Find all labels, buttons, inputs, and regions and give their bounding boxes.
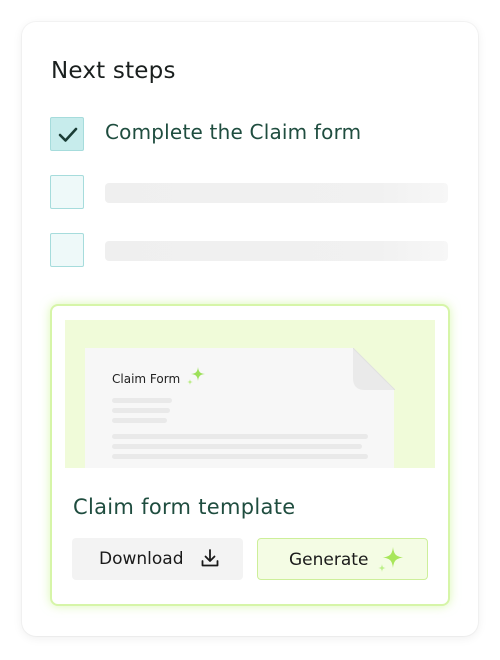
document-title: Claim Form xyxy=(112,372,181,386)
generate-button-label: Generate xyxy=(289,550,369,570)
step-placeholder-3 xyxy=(105,241,448,261)
document-preview: Claim Form xyxy=(85,348,394,468)
template-title: Claim form template xyxy=(73,495,296,519)
doc-line xyxy=(112,398,172,403)
download-icon xyxy=(201,549,219,567)
doc-line xyxy=(112,408,170,413)
template-preview: Claim Form xyxy=(65,320,435,468)
step-checkbox-2[interactable] xyxy=(50,175,84,209)
page-title: Next steps xyxy=(51,58,176,84)
doc-line xyxy=(112,418,167,423)
doc-line xyxy=(112,444,362,449)
check-icon xyxy=(58,127,78,142)
sparkle-icon xyxy=(378,547,404,572)
step-label-1: Complete the Claim form xyxy=(105,120,362,144)
generate-button[interactable]: Generate xyxy=(257,538,428,580)
template-card: Claim Form Claim form template Download xyxy=(50,304,450,606)
doc-line xyxy=(112,454,368,459)
step-placeholder-2 xyxy=(105,183,448,203)
download-button[interactable]: Download xyxy=(72,538,243,580)
step-item-3[interactable] xyxy=(50,233,450,269)
sparkle-icon xyxy=(187,367,205,385)
next-steps-card: Next steps Complete the Claim form Claim… xyxy=(22,22,478,636)
step-item-1[interactable]: Complete the Claim form xyxy=(50,117,450,153)
page-fold-icon xyxy=(353,348,395,390)
step-checkbox-3[interactable] xyxy=(50,233,84,267)
step-checkbox-1[interactable] xyxy=(50,117,84,151)
doc-line xyxy=(112,434,368,439)
download-button-label: Download xyxy=(99,549,184,569)
step-item-2[interactable] xyxy=(50,175,450,211)
